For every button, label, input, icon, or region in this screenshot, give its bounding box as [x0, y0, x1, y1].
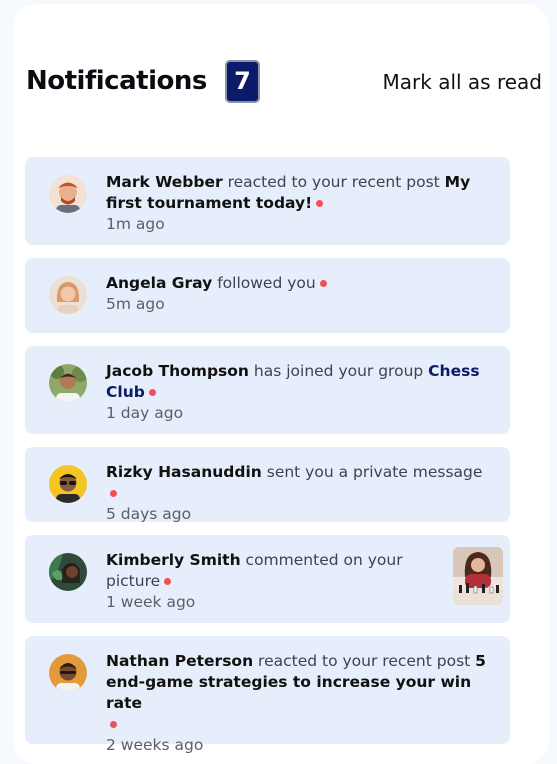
chess-picture-thumbnail[interactable] — [453, 547, 503, 605]
notification-time: 5m ago — [106, 295, 165, 313]
notification-time: 2 weeks ago — [106, 736, 204, 754]
notification-user-name[interactable]: Nathan Peterson — [106, 652, 253, 670]
avatar-jacob-thompson[interactable] — [49, 364, 87, 402]
notification-action: reacted to your recent post — [253, 652, 476, 670]
notifications-header: Notifications 7 Mark all as read — [26, 60, 542, 108]
notification-user-name[interactable]: Rizky Hasanuddin — [106, 463, 262, 481]
notification-action: sent you a private message — [261, 463, 483, 481]
avatar-nathan-peterson[interactable] — [49, 654, 87, 692]
notification-action: followed you — [212, 274, 316, 292]
mark-all-as-read-button[interactable]: Mark all as read — [383, 70, 542, 94]
notification-item[interactable]: Mark Webber reacted to your recent post … — [25, 157, 510, 245]
page-title: Notifications — [26, 66, 207, 96]
notification-item[interactable]: Kimberly Smith commented on your picture… — [25, 535, 510, 623]
notification-time: 5 days ago — [106, 505, 192, 523]
notification-time: 1m ago — [106, 215, 165, 233]
notification-item[interactable]: Rizky Hasanuddin sent you a private mess… — [25, 447, 510, 525]
notification-content: Mark Webber reacted to your recent post … — [106, 172, 486, 235]
unread-dot-icon — [148, 389, 156, 396]
notification-content: Rizky Hasanuddin sent you a private mess… — [106, 462, 486, 525]
notification-action: reacted to your recent post — [222, 173, 445, 191]
notification-item[interactable]: Nathan Peterson reacted to your recent p… — [25, 636, 510, 754]
notification-content: Kimberly Smith commented on your picture… — [106, 550, 406, 613]
unread-dot-icon — [316, 200, 324, 207]
unread-dot-icon — [164, 578, 172, 585]
notification-user-name[interactable]: Kimberly Smith — [106, 551, 241, 569]
notification-action: has joined your group — [248, 362, 429, 380]
unread-dot-icon — [319, 280, 327, 287]
avatar-mark-webber[interactable] — [49, 175, 87, 213]
notification-user-name[interactable]: Angela Gray — [106, 274, 212, 292]
avatar-kimberly-smith[interactable] — [49, 553, 87, 591]
notification-list: Mark Webber reacted to your recent post … — [25, 157, 510, 757]
avatar-rizky-hasanuddin[interactable] — [49, 465, 87, 503]
notification-user-name[interactable]: Jacob Thompson — [106, 362, 249, 380]
unread-count-badge: 7 — [225, 60, 260, 103]
notification-user-name[interactable]: Mark Webber — [106, 173, 223, 191]
unread-dot-icon — [110, 490, 117, 497]
notification-content: Nathan Peterson reacted to your recent p… — [106, 651, 486, 756]
notification-item[interactable]: Angela Gray followed you 5m ago — [25, 258, 510, 333]
avatar-angela-gray[interactable] — [49, 276, 87, 314]
notification-item[interactable]: Jacob Thompson has joined your group Che… — [25, 346, 510, 434]
unread-dot-icon — [110, 721, 117, 728]
notification-content: Angela Gray followed you 5m ago — [106, 273, 486, 315]
notification-time: 1 week ago — [106, 593, 196, 611]
notification-content: Jacob Thompson has joined your group Che… — [106, 361, 486, 424]
notification-time: 1 day ago — [106, 404, 184, 422]
